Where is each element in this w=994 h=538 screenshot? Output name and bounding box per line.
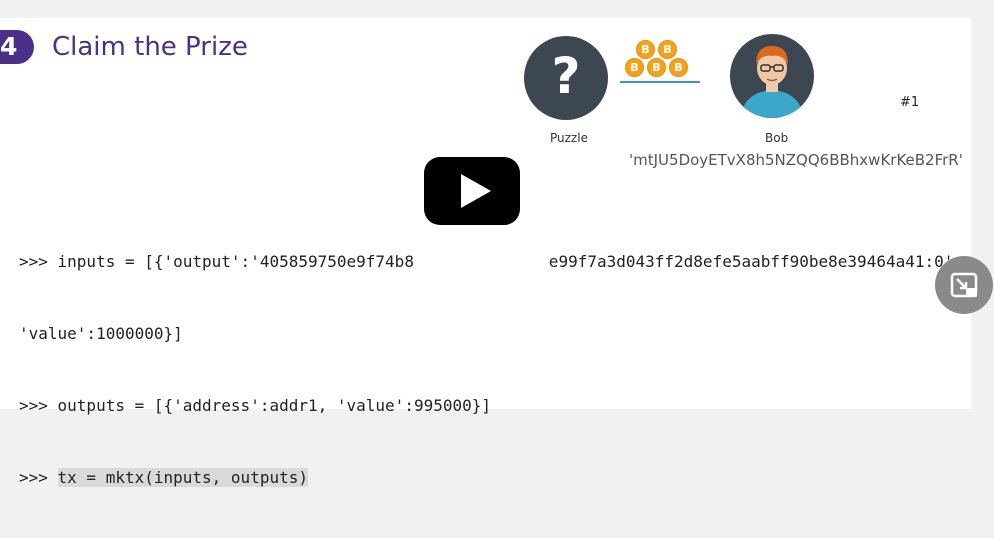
code-line: 'value':1000000}] [19,324,183,343]
code-line: >>> inputs = [{'output':'405859750e9f74b… [19,252,964,271]
bitcoin-coin-icon: B [625,58,644,77]
bitcoin-coin-icon: B [636,40,655,59]
picture-in-picture-button[interactable] [935,256,993,314]
puzzle-label: Puzzle [550,131,588,145]
bob-address: 'mtJU5DoyETvX8h5NZQQ6BBhxwKrKeB2FrR' [629,151,963,169]
arrow-icon [620,81,700,83]
bitcoin-coin-icon: B [647,58,666,77]
bob-label: Bob [765,131,789,145]
bitcoin-coin-icon: B [658,40,677,59]
puzzle-icon: ? [524,36,608,120]
code-line: >>> tx = mktx(inputs, outputs) [19,466,963,490]
slide-title: Claim the Prize [52,32,248,62]
slide-number: #1 [900,95,920,110]
play-button[interactable] [424,157,520,225]
play-icon [461,174,491,208]
code-prompt: >>> [19,468,58,487]
person-icon [740,46,804,118]
puzzle-question-mark: ? [551,47,581,105]
bitcoin-coin-icon: B [669,58,688,77]
picture-in-picture-icon [950,272,978,298]
highlighted-code: tx = mktx(inputs, outputs) [57,468,308,487]
step-number: 4 [0,32,18,61]
code-line: >>> outputs = [{'address':addr1, 'value'… [19,396,492,415]
code-block: >>> inputs = [{'output':'405859750e9f74b… [19,202,963,538]
bob-avatar [730,34,814,118]
